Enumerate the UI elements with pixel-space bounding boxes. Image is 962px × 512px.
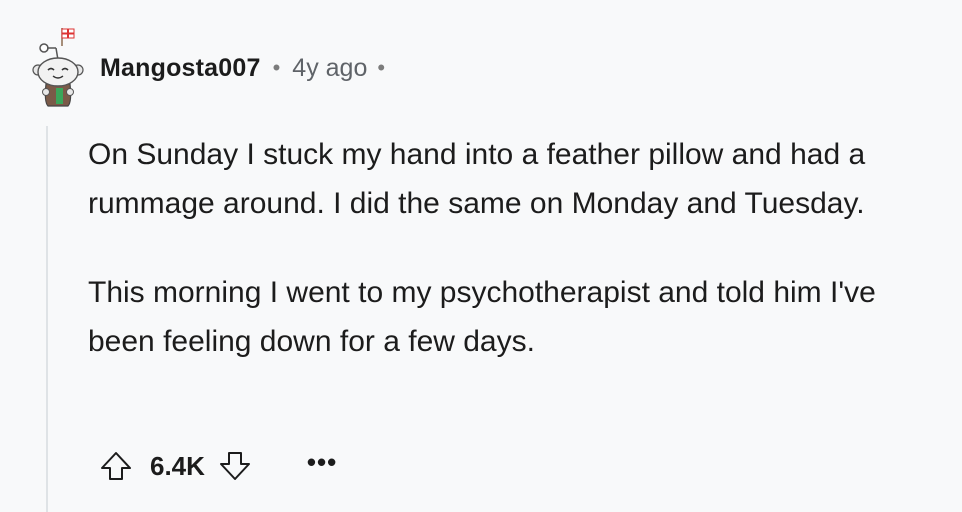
avatar[interactable] xyxy=(26,26,90,110)
arrow-up-icon xyxy=(101,452,131,480)
vote-score: 6.4K xyxy=(150,450,205,481)
snoo-avatar-icon xyxy=(32,28,84,107)
comment-body: On Sunday I stuck my hand into a feather… xyxy=(88,130,938,406)
comment-header: Mangosta007 • 4y ago • xyxy=(26,26,385,110)
more-options-button[interactable]: ••• xyxy=(307,449,337,483)
comment-timestamp[interactable]: 4y ago xyxy=(292,54,367,83)
arrow-down-icon xyxy=(219,452,250,480)
author-username[interactable]: Mangosta007 xyxy=(100,54,261,83)
thread-line xyxy=(46,126,48,512)
comment-paragraph: This morning I went to my psychotherapis… xyxy=(88,276,876,358)
downvote-button[interactable] xyxy=(215,446,255,486)
comment-paragraph: On Sunday I stuck my hand into a feather… xyxy=(88,138,866,220)
meta-separator: • xyxy=(272,55,281,80)
upvote-button[interactable] xyxy=(96,446,136,486)
meta-separator-trailing: • xyxy=(377,55,386,80)
comment-actions: 6.4K ••• xyxy=(96,444,337,488)
